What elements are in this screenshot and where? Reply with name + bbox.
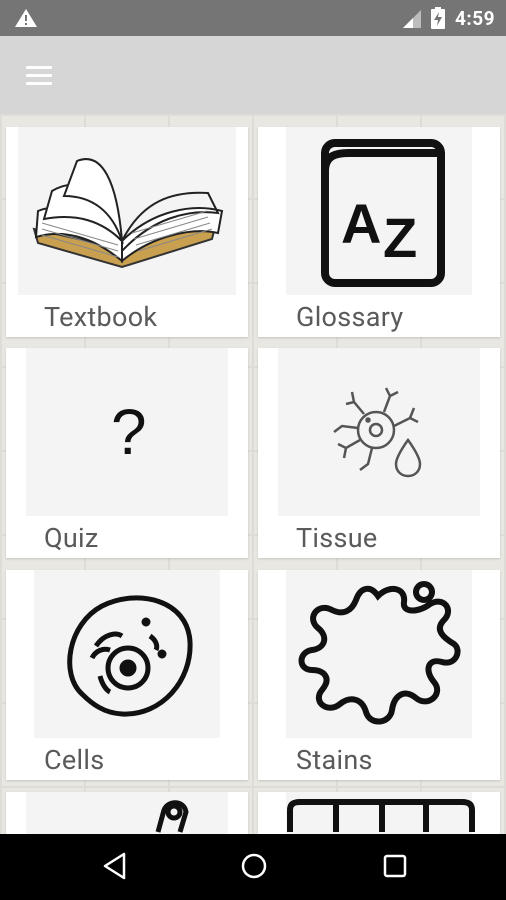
tile-label: Quiz: [44, 522, 99, 554]
tile-partial-right[interactable]: [258, 792, 500, 834]
open-book-icon: [18, 127, 236, 295]
warning-icon: [15, 9, 37, 27]
content-grid: Textbook A Z Glossary ? Quiz Tissue Cell…: [0, 114, 506, 834]
clock: 4:59: [455, 7, 496, 30]
grid-partial-icon: [286, 792, 475, 834]
tile-tissue[interactable]: Tissue: [258, 348, 500, 558]
svg-text:A: A: [341, 192, 381, 255]
neuron-droplet-icon: [278, 348, 480, 516]
recents-icon[interactable]: [382, 851, 408, 881]
app-bar: [0, 36, 506, 114]
status-bar: 4:59: [0, 0, 506, 36]
tile-textbook[interactable]: Textbook: [6, 127, 248, 337]
tile-cells[interactable]: Cells: [6, 570, 248, 780]
splat-stain-icon: [286, 570, 472, 738]
tile-stains[interactable]: Stains: [258, 570, 500, 780]
tile-glossary[interactable]: A Z Glossary: [258, 127, 500, 337]
cell-icon: [34, 570, 220, 738]
navigation-bar: [0, 834, 506, 900]
tile-label: Cells: [44, 744, 105, 776]
az-dictionary-icon: A Z: [286, 127, 472, 295]
svg-text:Z: Z: [383, 206, 417, 269]
microscope-partial-icon: [26, 792, 228, 834]
question-mark-icon: ?: [26, 348, 228, 516]
tile-label: Stains: [296, 744, 373, 776]
tile-label: Glossary: [296, 301, 404, 333]
battery-charging-icon: [431, 7, 445, 29]
tile-label: Textbook: [44, 301, 158, 333]
tile-quiz[interactable]: ? Quiz: [6, 348, 248, 558]
signal-icon: [403, 10, 421, 28]
back-icon[interactable]: [102, 851, 128, 881]
tile-partial-left[interactable]: [6, 792, 248, 834]
hamburger-menu-icon[interactable]: [24, 63, 54, 87]
home-icon[interactable]: [240, 851, 268, 881]
svg-text:?: ?: [111, 396, 147, 468]
tile-label: Tissue: [296, 522, 378, 554]
